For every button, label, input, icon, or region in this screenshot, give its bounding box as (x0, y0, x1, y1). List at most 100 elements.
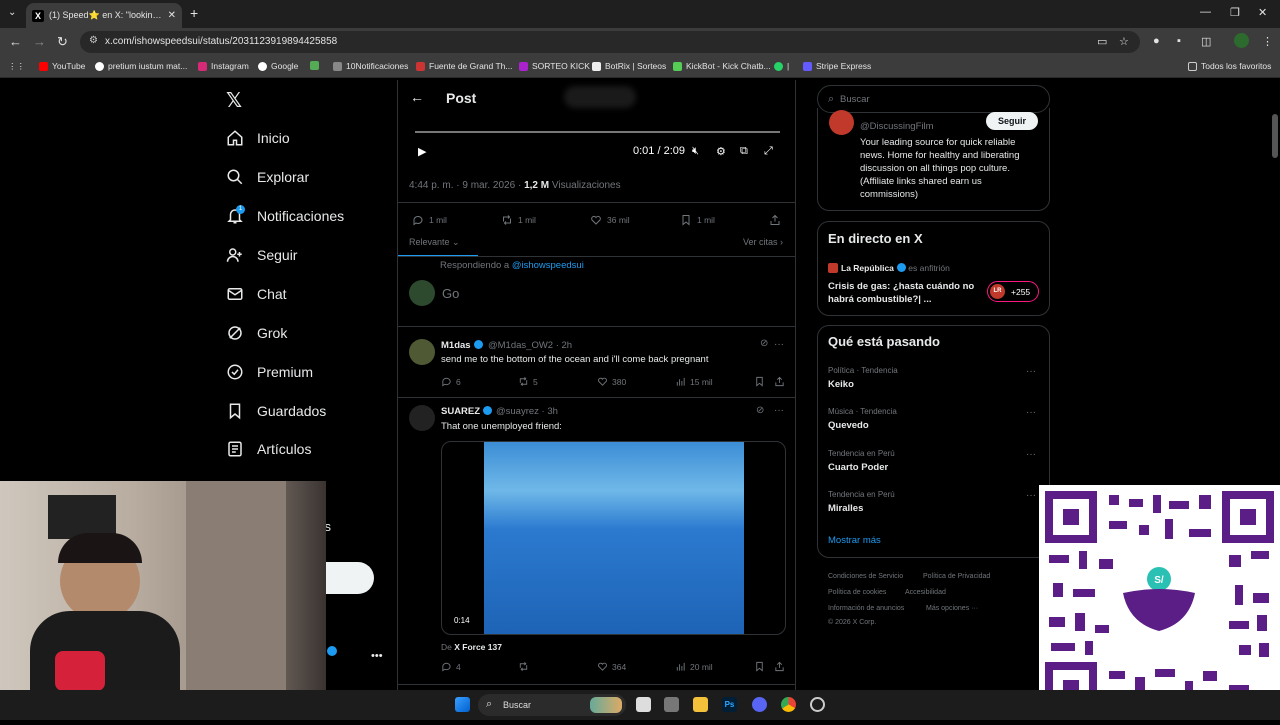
view-quotes-link[interactable]: Ver citas › (743, 237, 783, 247)
back-icon[interactable]: ← (9, 34, 22, 49)
apps-icon[interactable]: ⋮⋮ (8, 61, 25, 72)
task-view-icon[interactable] (636, 697, 651, 712)
mute-icon[interactable]: 🔇︎ (692, 145, 699, 158)
profile-avatar-icon[interactable] (1234, 33, 1249, 48)
share-action[interactable] (774, 376, 789, 387)
trend-more-icon[interactable]: ··· (1026, 449, 1036, 460)
replying-handle[interactable]: @ishowspeedsui (512, 260, 584, 271)
back-arrow-icon[interactable]: ← (410, 89, 424, 105)
close-window-icon[interactable]: ✕ (1258, 6, 1267, 19)
avatar[interactable] (409, 339, 435, 365)
footer-cookies[interactable]: Política de cookies (828, 589, 886, 596)
trend-name[interactable]: Miralles (828, 503, 863, 514)
grok-icon[interactable]: ⊘ (760, 338, 768, 349)
bookmark-youtube[interactable]: YouTube (39, 61, 85, 71)
footer-more-options[interactable]: Más opciones ··· (926, 605, 978, 612)
cast-icon[interactable]: ▭ (1097, 35, 1107, 48)
bookmark-whatsapp[interactable]: | (774, 61, 789, 71)
extension-b-icon[interactable]: ▪ (1177, 35, 1181, 47)
grok-icon[interactable]: ⊘ (756, 405, 764, 416)
nav-home[interactable]: Inicio (226, 125, 290, 151)
fullscreen-icon[interactable]: ⤢ (764, 145, 773, 158)
bookmark-instagram[interactable]: Instagram (198, 61, 249, 71)
menu-icon[interactable]: ⋮ (1262, 35, 1273, 48)
live-headline[interactable]: Crisis de gas: ¿hasta cuándo no habrá co… (828, 280, 978, 306)
play-icon[interactable]: ▶ (418, 145, 426, 158)
nav-bookmarks[interactable]: Guardados (226, 398, 326, 424)
tab-search-icon[interactable]: ⌄ (8, 7, 16, 18)
nav-premium[interactable]: Premium (226, 359, 313, 385)
more-icon[interactable]: ··· (774, 405, 784, 416)
like-action[interactable]: 380 (597, 376, 626, 387)
trend-name[interactable]: Keiko (828, 379, 854, 390)
bookmark-leaf[interactable] (310, 61, 323, 70)
chrome-icon[interactable] (781, 697, 796, 712)
bookmark-stat[interactable]: 1 mil (680, 214, 715, 226)
trend-name[interactable]: Quevedo (828, 420, 869, 431)
nav-articles[interactable]: Artículos (226, 436, 311, 462)
bookmark-pretium[interactable]: pretium iustum mat... (95, 61, 187, 71)
video-progress-bar[interactable] (415, 131, 780, 133)
nav-grok[interactable]: Grok (226, 320, 287, 346)
app-icon[interactable] (664, 697, 679, 712)
live-listeners[interactable]: LR +255 (987, 281, 1039, 302)
new-tab-icon[interactable]: + (190, 5, 198, 21)
bookmark-10notificaciones[interactable]: 10Notificaciones (333, 61, 408, 71)
live-host[interactable]: La República es anfitrión (841, 263, 950, 273)
page-scrollbar[interactable] (1272, 114, 1278, 158)
reply-action[interactable]: 6 (441, 376, 461, 387)
share-stat[interactable] (769, 214, 786, 226)
tab-close-icon[interactable]: ✕ (168, 10, 176, 21)
bookmark-grand-theft[interactable]: Fuente de Grand Th... (416, 61, 512, 71)
video-source-link[interactable]: X Force 137 (454, 642, 502, 652)
bookmark-star-icon[interactable]: ☆ (1119, 35, 1129, 48)
bookmark-kickbot[interactable]: KickBot - Kick Chatb... (673, 61, 771, 71)
like-stat[interactable]: 36 mil (590, 214, 630, 226)
extensions-icon[interactable]: ◫ (1201, 35, 1211, 48)
windows-start-icon[interactable] (455, 697, 470, 712)
bookmark-action[interactable] (754, 376, 769, 387)
reply-action[interactable]: 4 (441, 661, 461, 672)
avatar[interactable] (409, 405, 435, 431)
bookmark-stripe[interactable]: Stripe Express (803, 61, 871, 71)
footer-accessibility[interactable]: Accesibilidad (905, 589, 946, 596)
more-icon[interactable]: ··· (774, 339, 784, 350)
nav-follow[interactable]: Seguir (226, 242, 297, 268)
x-logo-icon[interactable]: 𝕏 (226, 88, 242, 112)
show-more-link[interactable]: Mostrar más (828, 535, 881, 546)
reply-author-name[interactable]: M1das (441, 340, 483, 351)
repost-stat[interactable]: 1 mil (501, 214, 536, 226)
bookmark-botrix[interactable]: BotRix | Sorteos (592, 61, 666, 71)
reply-stat[interactable]: 1 mil (412, 214, 447, 226)
footer-ads-info[interactable]: Información de anuncios (828, 605, 904, 612)
nav-explore[interactable]: Explorar (226, 164, 309, 190)
restore-icon[interactable]: ❐ (1230, 6, 1240, 19)
discussingfilm-avatar[interactable] (829, 110, 854, 135)
site-info-icon[interactable]: ⚙ (89, 35, 98, 46)
repost-action[interactable]: 5 (518, 376, 538, 387)
views-action[interactable]: 20 mil (675, 661, 713, 672)
taskbar-search-input[interactable]: Buscar (503, 700, 531, 710)
minimize-icon[interactable]: — (1200, 6, 1211, 18)
address-bar[interactable]: ⚙ x.com/ishowspeedsui/status/20311239198… (80, 31, 1140, 53)
suggested-handle[interactable]: @DiscussingFilm (860, 121, 934, 132)
pip-icon[interactable]: ⧉ (740, 145, 748, 158)
bookmark-action[interactable] (754, 661, 769, 672)
reply-video[interactable]: 0:14 (441, 441, 786, 635)
taskbar-search[interactable]: ⌕ Buscar (478, 694, 626, 716)
repost-action[interactable] (518, 661, 533, 672)
nav-chat[interactable]: Chat (226, 281, 287, 307)
bookmark-sorteo-kick[interactable]: SORTEO KICK (519, 61, 590, 71)
settings-gear-icon[interactable]: ⚙ (716, 145, 726, 158)
account-more-icon[interactable]: ••• (371, 650, 383, 662)
app-icon[interactable] (810, 697, 825, 712)
reply-compose-input[interactable]: Go (442, 286, 459, 301)
file-explorer-icon[interactable] (693, 697, 708, 712)
footer-privacy[interactable]: Política de Privacidad (923, 573, 990, 580)
reply-author-handle[interactable]: @M1das_OW2 · 2h (488, 340, 572, 351)
extension-a-icon[interactable]: ● (1153, 35, 1160, 47)
reload-icon[interactable]: ↻ (57, 34, 68, 50)
views-action[interactable]: 15 mil (675, 376, 713, 387)
footer-terms[interactable]: Condiciones de Servicio (828, 573, 903, 580)
like-action[interactable]: 364 (597, 661, 626, 672)
